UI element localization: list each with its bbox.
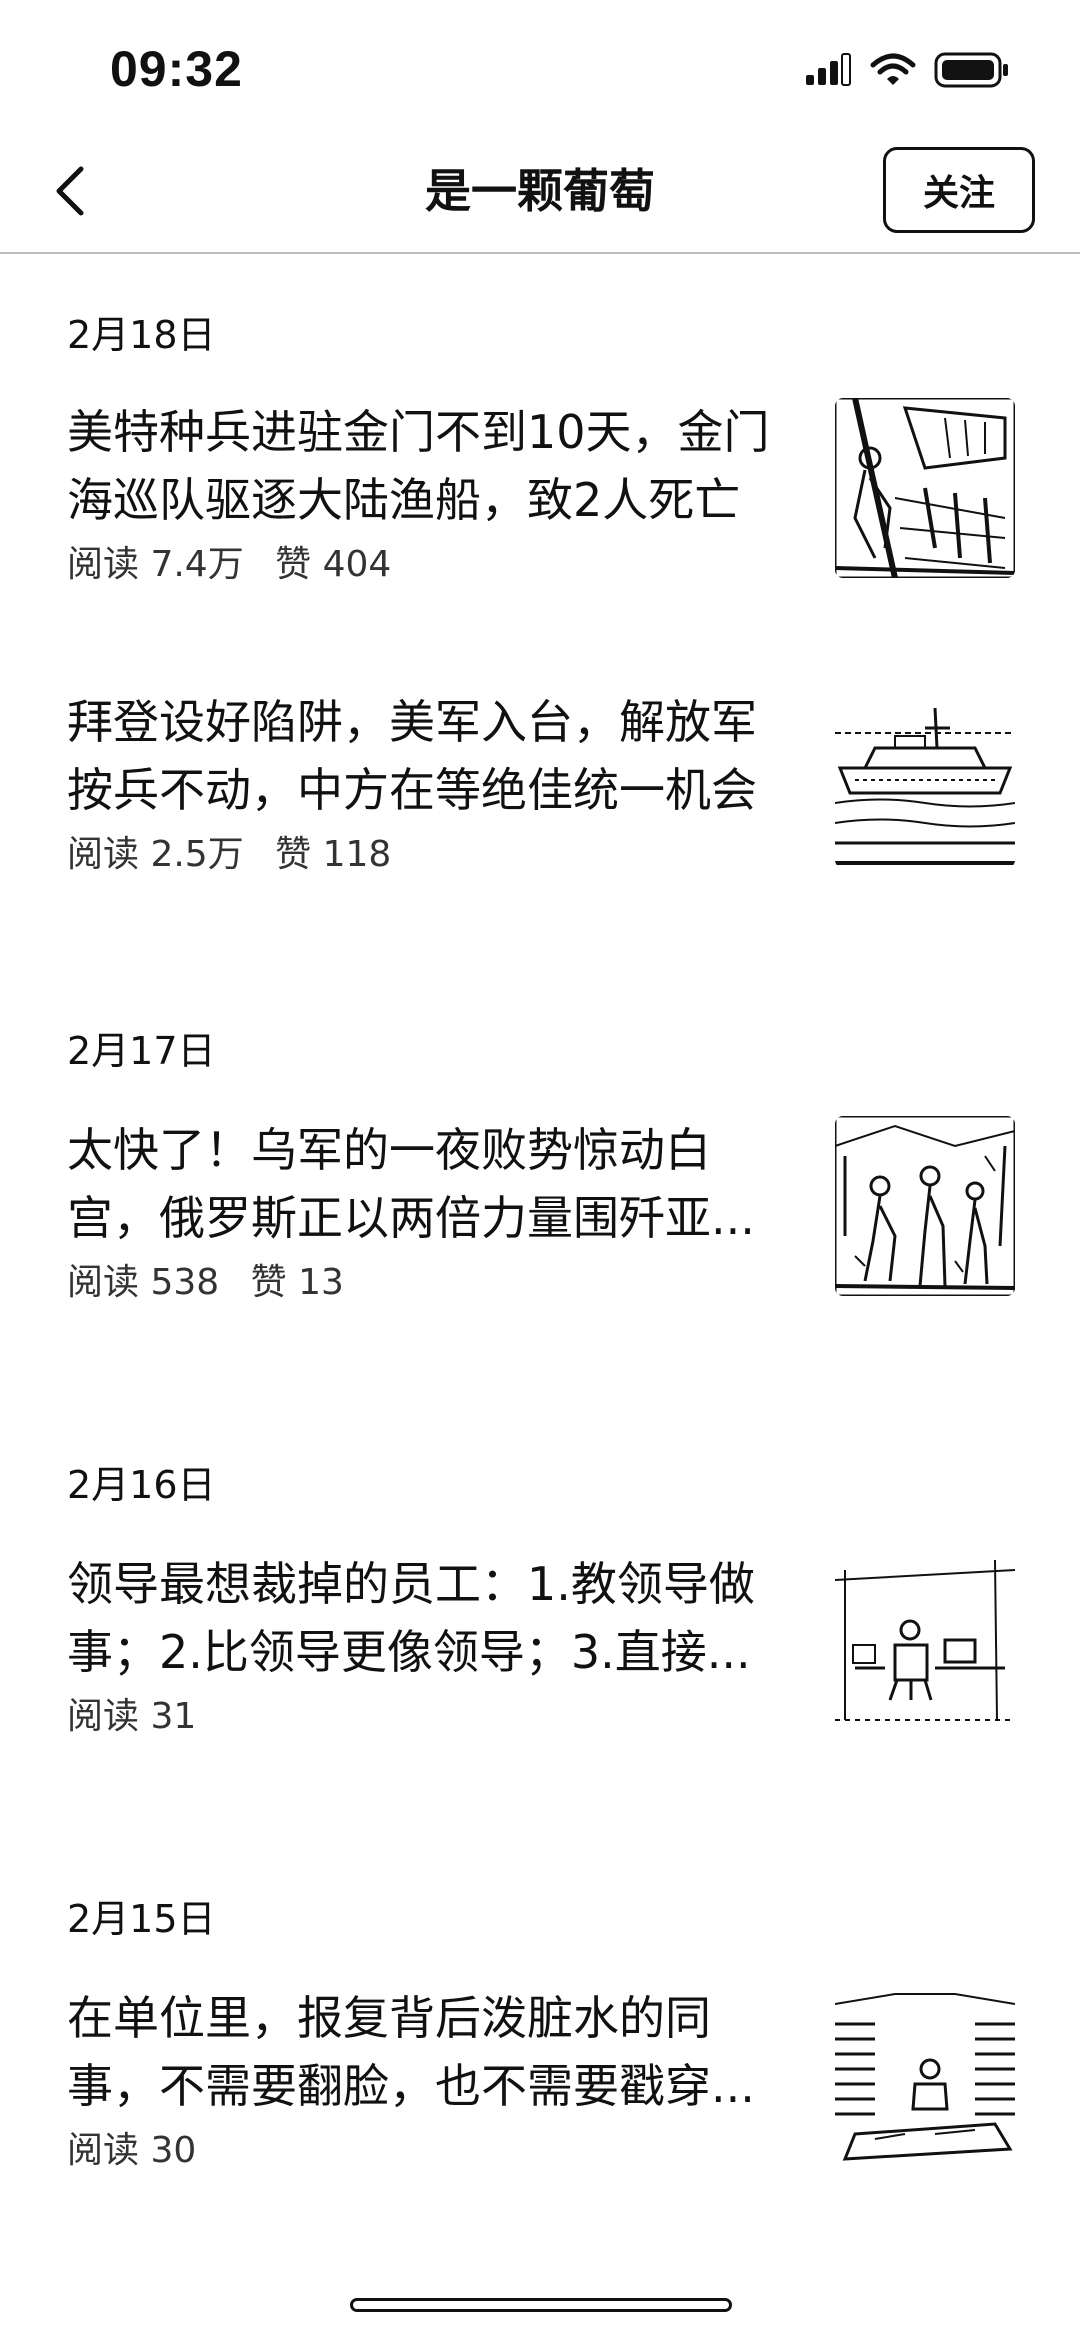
paper-piles-office-image [835,1984,1015,2164]
home-indicator[interactable] [350,2298,732,2312]
status-icons [804,52,1010,92]
date-header: 2月18日 [67,313,216,357]
article-title: 领导最想裁掉的员工：1.教领导做 事；2.比领导更像领导；3.直接... [67,1557,755,1679]
date-header: 2月16日 [67,1463,216,1507]
article-title: 在单位里，报复背后泼脏水的同 事，不需要翻脸，也不需要戳穿... [67,1991,755,2113]
article-stats: 阅读 2.5万 赞 118 [67,830,411,880]
article-item[interactable]: 太快了！乌军的一夜败势惊动白 宫，俄罗斯正以两倍力量围歼亚... 阅读 538 … [67,1116,1017,1316]
warship-image [835,688,1015,868]
article-title: 美特种兵进驻金门不到10天，金门 海巡队驱逐大陆渔船，致2人死亡 [67,405,770,527]
read-count: 阅读 538 [67,1262,220,1303]
article-item[interactable]: 美特种兵进驻金门不到10天，金门 海巡队驱逐大陆渔船，致2人死亡 阅读 7.4万… [67,398,1017,598]
follow-button[interactable]: 关注 [883,147,1035,233]
nav-bar: 是一颗葡萄 关注 [0,130,1080,254]
wifi-icon [870,53,916,91]
battery-icon [934,52,1010,92]
read-count: 阅读 7.4万 [67,544,244,585]
date-header: 2月15日 [67,1897,216,1941]
soldiers-street-image [835,1116,1015,1296]
article-stats: 阅读 538 赞 13 [67,1258,364,1308]
like-count: 赞 118 [275,834,392,875]
article-stats: 阅读 30 [67,2126,236,2176]
article-item[interactable]: 拜登设好陷阱，美军入台，解放军 按兵不动，中方在等绝佳统一机会 阅读 2.5万 … [67,688,1017,888]
office-desk-image [835,1550,1015,1730]
date-header-peek [67,2318,187,2337]
article-item[interactable]: 领导最想裁掉的员工：1.教领导做 事；2.比领导更像领导；3.直接... 阅读 … [67,1550,1017,1750]
status-time: 09:32 [110,41,243,97]
date-header: 2月17日 [67,1029,216,1073]
read-count: 阅读 31 [67,1696,197,1737]
article-stats: 阅读 31 [67,1692,236,1742]
article-stats: 阅读 7.4万 赞 404 [67,540,411,590]
soldiers-on-boat-image [835,398,1015,578]
status-bar: 09:32 [0,0,1080,130]
like-count: 赞 404 [275,544,392,585]
read-count: 阅读 2.5万 [67,834,244,875]
article-title: 拜登设好陷阱，美军入台，解放军 按兵不动，中方在等绝佳统一机会 [67,695,757,817]
article-item[interactable]: 在单位里，报复背后泼脏水的同 事，不需要翻脸，也不需要戳穿... 阅读 30 [67,1984,1017,2184]
like-count: 赞 13 [250,1262,344,1303]
article-title: 太快了！乌军的一夜败势惊动白 宫，俄罗斯正以两倍力量围歼亚... [67,1123,755,1245]
signal-icon [804,53,852,91]
read-count: 阅读 30 [67,2130,197,2171]
